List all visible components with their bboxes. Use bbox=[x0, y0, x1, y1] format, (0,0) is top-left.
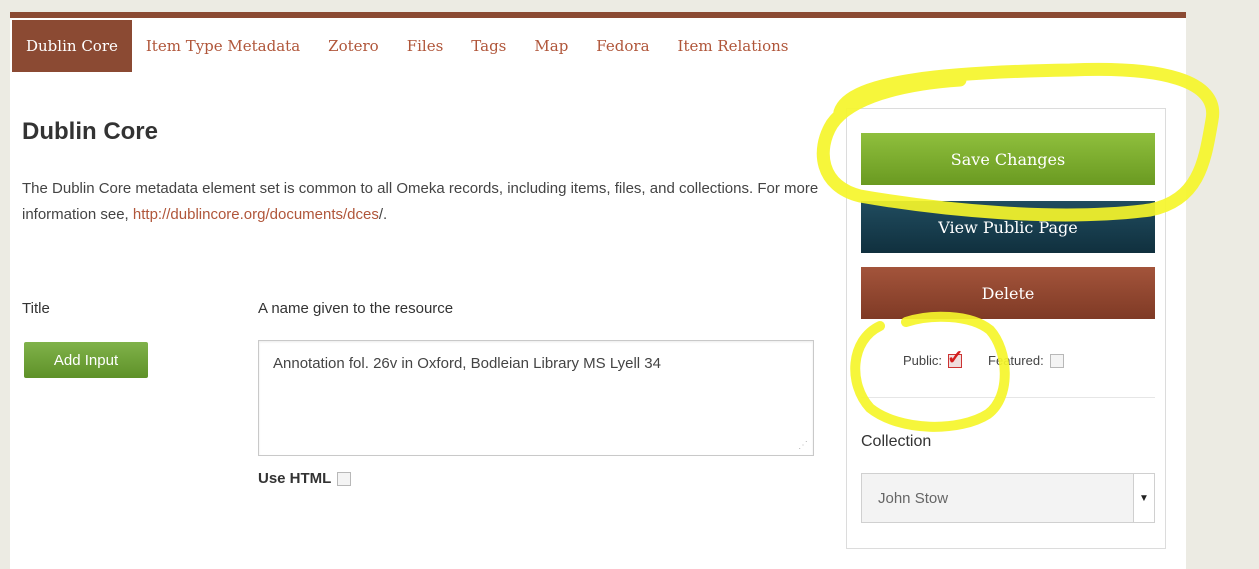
description-suffix: /. bbox=[378, 206, 388, 223]
tab-map[interactable]: Map bbox=[520, 20, 582, 72]
tab-files[interactable]: Files bbox=[393, 20, 458, 72]
visibility-flags: Public: ✓ Featured: bbox=[903, 347, 1064, 369]
view-public-page-button[interactable]: View Public Page bbox=[861, 201, 1155, 253]
section-description: The Dublin Core metadata element set is … bbox=[22, 176, 822, 228]
collection-select[interactable]: John Stow ▼ bbox=[861, 473, 1155, 523]
use-html-checkbox[interactable] bbox=[337, 471, 352, 486]
add-input-button[interactable]: Add Input bbox=[24, 342, 148, 378]
check-icon: ✓ bbox=[947, 346, 964, 369]
tab-dublin-core[interactable]: Dublin Core bbox=[12, 20, 132, 72]
tab-fedora[interactable]: Fedora bbox=[582, 20, 663, 72]
chevron-down-icon[interactable]: ▼ bbox=[1133, 474, 1154, 522]
public-label: Public: bbox=[903, 353, 943, 368]
use-html-option: Use HTML bbox=[258, 470, 352, 487]
tab-item-type-metadata[interactable]: Item Type Metadata bbox=[132, 20, 314, 72]
title-field-hint: A name given to the resource bbox=[258, 300, 454, 317]
resize-grip-icon[interactable]: ⋰ bbox=[798, 440, 808, 451]
section-title: Dublin Core bbox=[22, 118, 158, 145]
public-checkbox[interactable]: ✓ bbox=[947, 347, 964, 369]
tab-tags[interactable]: Tags bbox=[457, 20, 520, 72]
title-textarea[interactable]: Annotation fol. 26v in Oxford, Bodleian … bbox=[258, 340, 814, 456]
use-html-label: Use HTML bbox=[258, 470, 332, 487]
delete-button[interactable]: Delete bbox=[861, 267, 1155, 319]
featured-label: Featured: bbox=[988, 353, 1044, 368]
featured-checkbox[interactable] bbox=[1049, 353, 1064, 368]
title-field-label: Title bbox=[22, 300, 50, 317]
save-sidebar: Save Changes View Public Page Delete Pub… bbox=[846, 108, 1166, 549]
dublincore-link[interactable]: http://dublincore.org/documents/dces bbox=[133, 206, 379, 223]
section-tabs: Dublin Core Item Type Metadata Zotero Fi… bbox=[12, 20, 802, 72]
collection-label: Collection bbox=[861, 433, 932, 450]
collection-selected-value: John Stow bbox=[878, 489, 949, 507]
tab-zotero[interactable]: Zotero bbox=[314, 20, 393, 72]
save-changes-button[interactable]: Save Changes bbox=[861, 133, 1155, 185]
sidebar-divider bbox=[861, 397, 1155, 398]
tab-item-relations[interactable]: Item Relations bbox=[664, 20, 803, 72]
